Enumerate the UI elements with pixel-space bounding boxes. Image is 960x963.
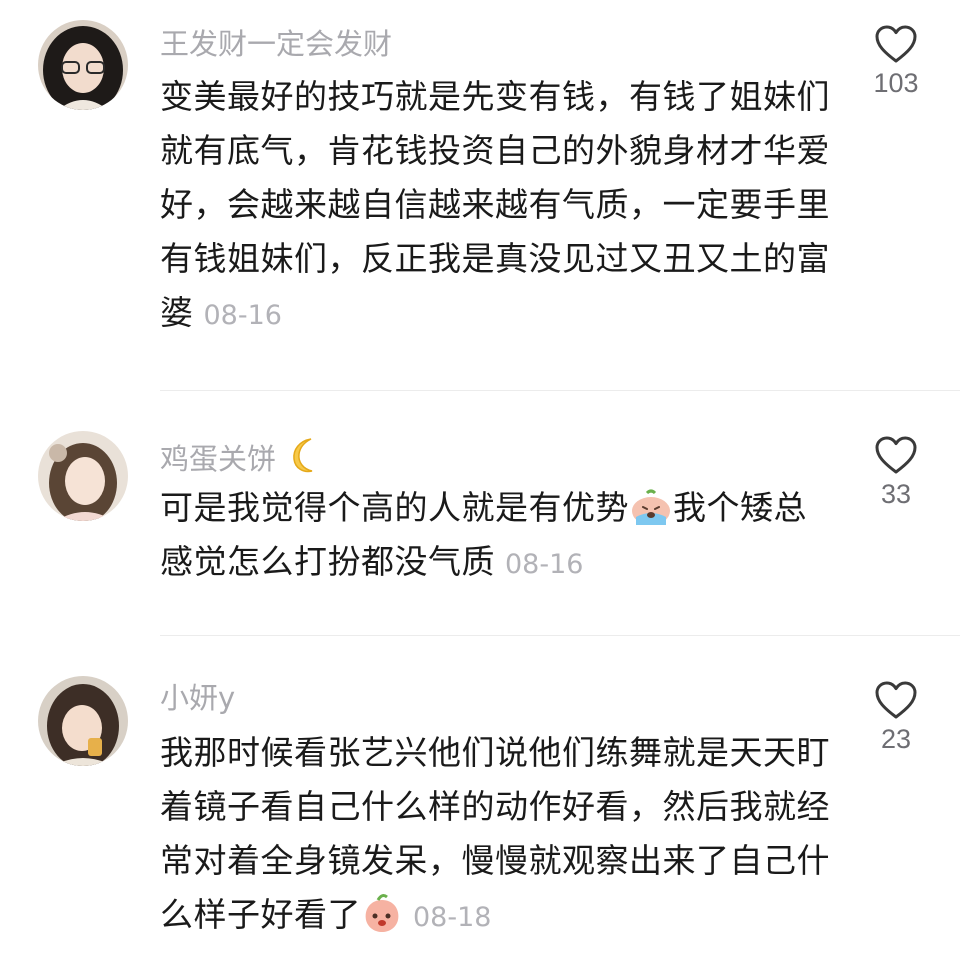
heart-icon[interactable] xyxy=(874,680,918,720)
like-button[interactable]: 33 xyxy=(856,435,936,510)
comment-text: 变美最好的技巧就是先变有钱，有钱了姐妹们就有底气，肯花钱投资自己的外貌身材才华爱… xyxy=(160,70,840,343)
comment-text-before: 可是我觉得个高的人就是有优势 xyxy=(160,488,629,527)
comment-date: 08-16 xyxy=(203,300,282,331)
comment-text-content: 我那时候看张艺兴他们说他们练舞就是天天盯着镜子看自己什么样的动作好看，然后我就经… xyxy=(160,733,830,934)
comment-text: 可是我觉得个高的人就是有优势 我个矮总感觉怎么打扮都没气质 08-16 xyxy=(160,481,820,592)
crying-emoji xyxy=(632,489,670,525)
like-count: 103 xyxy=(873,68,919,98)
comment-date: 08-18 xyxy=(413,902,492,933)
comment-username[interactable]: 小妍y xyxy=(160,680,235,716)
comment-username-text: 鸡蛋关饼 xyxy=(160,442,277,476)
comment-text-content: 变美最好的技巧就是先变有钱，有钱了姐妹们就有底气，肯花钱投资自己的外貌身材才华爱… xyxy=(160,77,830,332)
avatar[interactable] xyxy=(38,20,128,110)
like-count: 23 xyxy=(880,724,912,754)
heart-icon[interactable] xyxy=(874,435,918,475)
comment-username[interactable]: 鸡蛋关饼 xyxy=(160,435,325,477)
crescent-moon-emoji xyxy=(293,438,313,473)
avatar[interactable] xyxy=(38,676,128,766)
like-button[interactable]: 23 xyxy=(856,680,936,755)
comment-item[interactable]: 王发财一定会发财 变美最好的技巧就是先变有钱，有钱了姐妹们就有底气，肯花钱投资自… xyxy=(0,0,960,390)
peach-shy-emoji xyxy=(365,894,399,932)
comment-text: 我那时候看张艺兴他们说他们练舞就是天天盯着镜子看自己什么样的动作好看，然后我就经… xyxy=(160,726,835,945)
comment-item[interactable]: 小妍y 我那时候看张艺兴他们说他们练舞就是天天盯着镜子看自己什么样的动作好看，然… xyxy=(0,636,960,963)
comment-item[interactable]: 鸡蛋关饼 可是我觉得个高的人就是有优势 我个矮总感觉怎么打扮都没气质 08-16 … xyxy=(0,391,960,635)
avatar[interactable] xyxy=(38,431,128,521)
like-count: 33 xyxy=(880,479,912,509)
like-button[interactable]: 103 xyxy=(856,24,936,99)
comment-username[interactable]: 王发财一定会发财 xyxy=(160,26,392,62)
comment-date: 08-16 xyxy=(505,549,584,580)
heart-icon[interactable] xyxy=(874,24,918,64)
